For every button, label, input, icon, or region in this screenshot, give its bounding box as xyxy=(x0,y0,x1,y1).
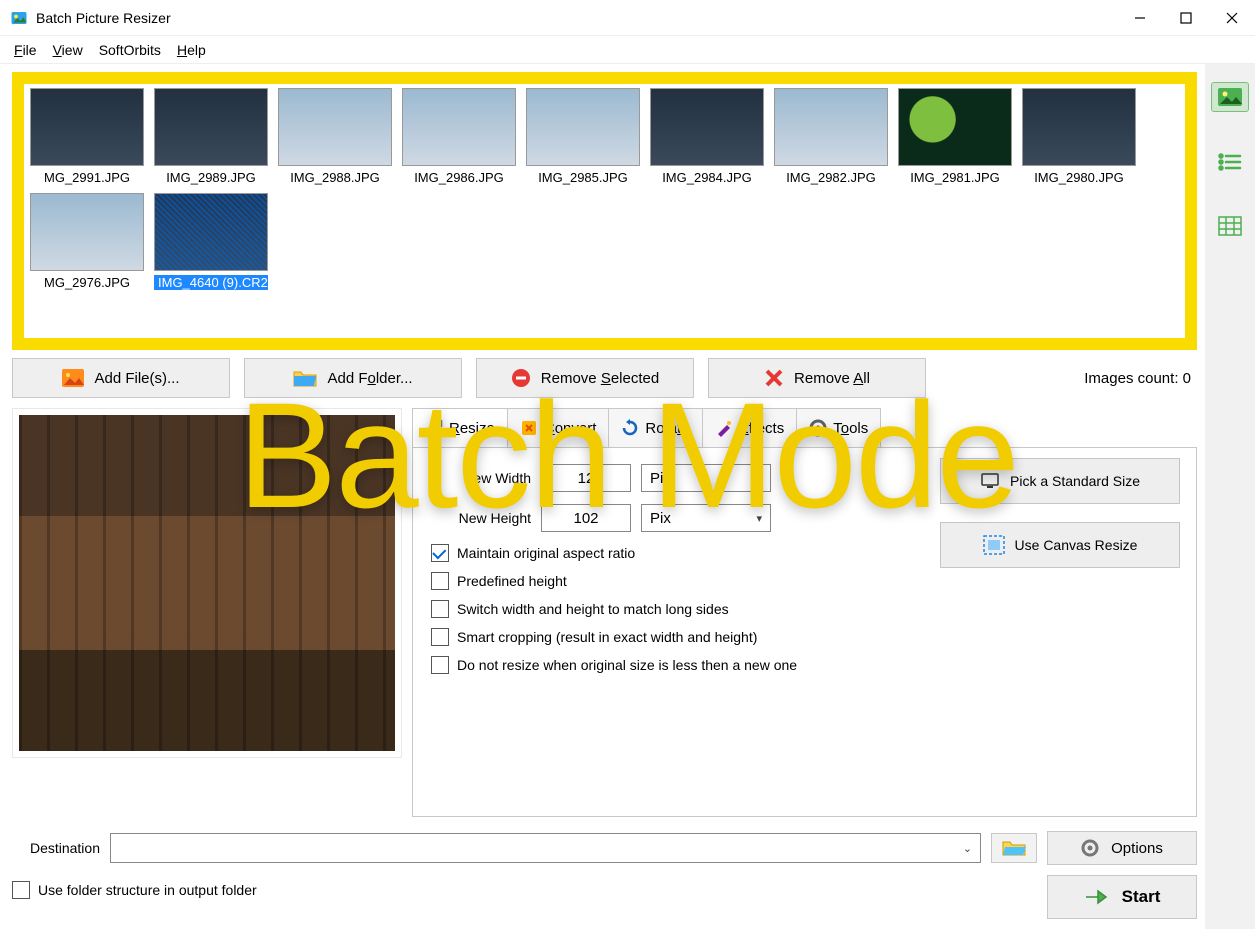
tab-convert[interactable]: Convert xyxy=(507,408,610,448)
smart-crop-checkbox[interactable] xyxy=(431,628,449,646)
use-folder-structure-label: Use folder structure in output folder xyxy=(38,882,257,898)
switch-wh-checkbox[interactable] xyxy=(431,600,449,618)
title-bar: Batch Picture Resizer xyxy=(0,0,1255,36)
tab-strip: Resize Convert Rotate Effects xyxy=(412,408,1197,448)
resize-icon xyxy=(425,419,443,437)
menu-view[interactable]: View xyxy=(49,40,87,60)
destination-label: Destination xyxy=(12,840,100,856)
remove-icon xyxy=(511,368,531,388)
new-height-input[interactable] xyxy=(541,504,631,532)
no-resize-smaller-checkbox[interactable] xyxy=(431,656,449,674)
chevron-down-icon: ▾ xyxy=(756,512,762,525)
gear-icon xyxy=(1081,839,1099,857)
thumb-item[interactable]: IMG_2986.JPG xyxy=(402,88,516,185)
view-details-button[interactable] xyxy=(1214,212,1246,240)
menu-file[interactable]: File xyxy=(10,40,41,60)
window-title: Batch Picture Resizer xyxy=(36,10,171,26)
predefined-height-label: Predefined height xyxy=(457,573,567,589)
add-files-button[interactable]: Add File(s)... xyxy=(12,358,230,398)
thumb-item[interactable]: MG_2991.JPG xyxy=(30,88,144,185)
action-row: Add File(s)... Add Folder... Remove Sele… xyxy=(12,358,1197,398)
menu-bar: File View SoftOrbits Help xyxy=(0,36,1255,64)
thumbnail-area[interactable]: MG_2991.JPG IMG_2989.JPG IMG_2988.JPG IM… xyxy=(12,72,1197,350)
new-width-label: New Width xyxy=(431,470,531,486)
canvas-icon xyxy=(983,535,1005,555)
preview-pane xyxy=(12,408,402,758)
view-list-button[interactable] xyxy=(1214,148,1246,176)
add-folder-button[interactable]: Add Folder... xyxy=(244,358,462,398)
preview-image xyxy=(19,415,395,751)
maintain-ratio-label: Maintain original aspect ratio xyxy=(457,545,635,561)
new-width-input[interactable] xyxy=(541,464,631,492)
close-button[interactable] xyxy=(1209,0,1255,36)
thumb-item[interactable]: IMG_2981.JPG xyxy=(898,88,1012,185)
new-height-label: New Height xyxy=(431,510,531,526)
chevron-down-icon: ⌄ xyxy=(963,842,972,855)
browse-destination-button[interactable] xyxy=(991,833,1037,863)
folder-icon xyxy=(293,369,317,387)
options-button[interactable]: Options xyxy=(1047,831,1197,865)
view-thumbnails-button[interactable] xyxy=(1211,82,1249,112)
remove-selected-button[interactable]: Remove Selected xyxy=(476,358,694,398)
convert-icon xyxy=(520,419,538,437)
switch-wh-label: Switch width and height to match long si… xyxy=(457,601,729,617)
use-canvas-resize-button[interactable]: Use Canvas Resize xyxy=(940,522,1180,568)
thumb-item[interactable]: IMG_2988.JPG xyxy=(278,88,392,185)
app-icon xyxy=(10,9,28,27)
start-button[interactable]: Start xyxy=(1047,875,1197,919)
minimize-button[interactable] xyxy=(1117,0,1163,36)
tab-effects[interactable]: Effects xyxy=(702,408,798,448)
thumb-item[interactable]: IMG_2982.JPG xyxy=(774,88,888,185)
thumb-item[interactable]: IMG_2989.JPG xyxy=(154,88,268,185)
thumb-item[interactable]: IMG_2985.JPG xyxy=(526,88,640,185)
images-count-label: Images count: 0 xyxy=(1084,370,1197,387)
image-icon xyxy=(62,369,84,387)
menu-help[interactable]: Help xyxy=(173,40,210,60)
rotate-icon xyxy=(621,419,639,437)
thumb-item-selected[interactable]: IMG_4640 (9).CR2 xyxy=(154,193,268,290)
view-mode-strip xyxy=(1205,64,1255,929)
start-arrow-icon xyxy=(1084,887,1108,907)
tab-tools[interactable]: Tools xyxy=(796,408,881,448)
thumb-item[interactable]: IMG_2984.JPG xyxy=(650,88,764,185)
no-resize-smaller-label: Do not resize when original size is less… xyxy=(457,657,797,673)
menu-softorbits[interactable]: SoftOrbits xyxy=(95,40,165,60)
use-folder-structure-checkbox[interactable] xyxy=(12,881,30,899)
height-unit-select[interactable]: Pix▾ xyxy=(641,504,771,532)
monitor-icon xyxy=(980,471,1000,491)
thumb-item[interactable]: MG_2976.JPG xyxy=(30,193,144,290)
folder-open-icon xyxy=(1002,839,1026,857)
smart-crop-label: Smart cropping (result in exact width an… xyxy=(457,629,757,645)
clear-icon xyxy=(764,368,784,388)
pick-standard-size-button[interactable]: Pick a Standard Size xyxy=(940,458,1180,504)
remove-all-button[interactable]: Remove All xyxy=(708,358,926,398)
destination-row: Destination ⌄ Options xyxy=(12,831,1197,865)
predefined-height-checkbox[interactable] xyxy=(431,572,449,590)
tab-rotate[interactable]: Rotate xyxy=(608,408,702,448)
maximize-button[interactable] xyxy=(1163,0,1209,36)
tab-resize[interactable]: Resize xyxy=(412,408,508,448)
width-unit-select[interactable]: Pix▾ xyxy=(641,464,771,492)
tools-icon xyxy=(809,419,827,437)
effects-icon xyxy=(715,419,733,437)
resize-panel: New Width Pix▾ New Height Pix▾ Maintain … xyxy=(412,447,1197,817)
maintain-ratio-checkbox[interactable] xyxy=(431,544,449,562)
thumb-item[interactable]: IMG_2980.JPG xyxy=(1022,88,1136,185)
destination-combo[interactable]: ⌄ xyxy=(110,833,981,863)
chevron-down-icon: ▾ xyxy=(756,472,762,485)
